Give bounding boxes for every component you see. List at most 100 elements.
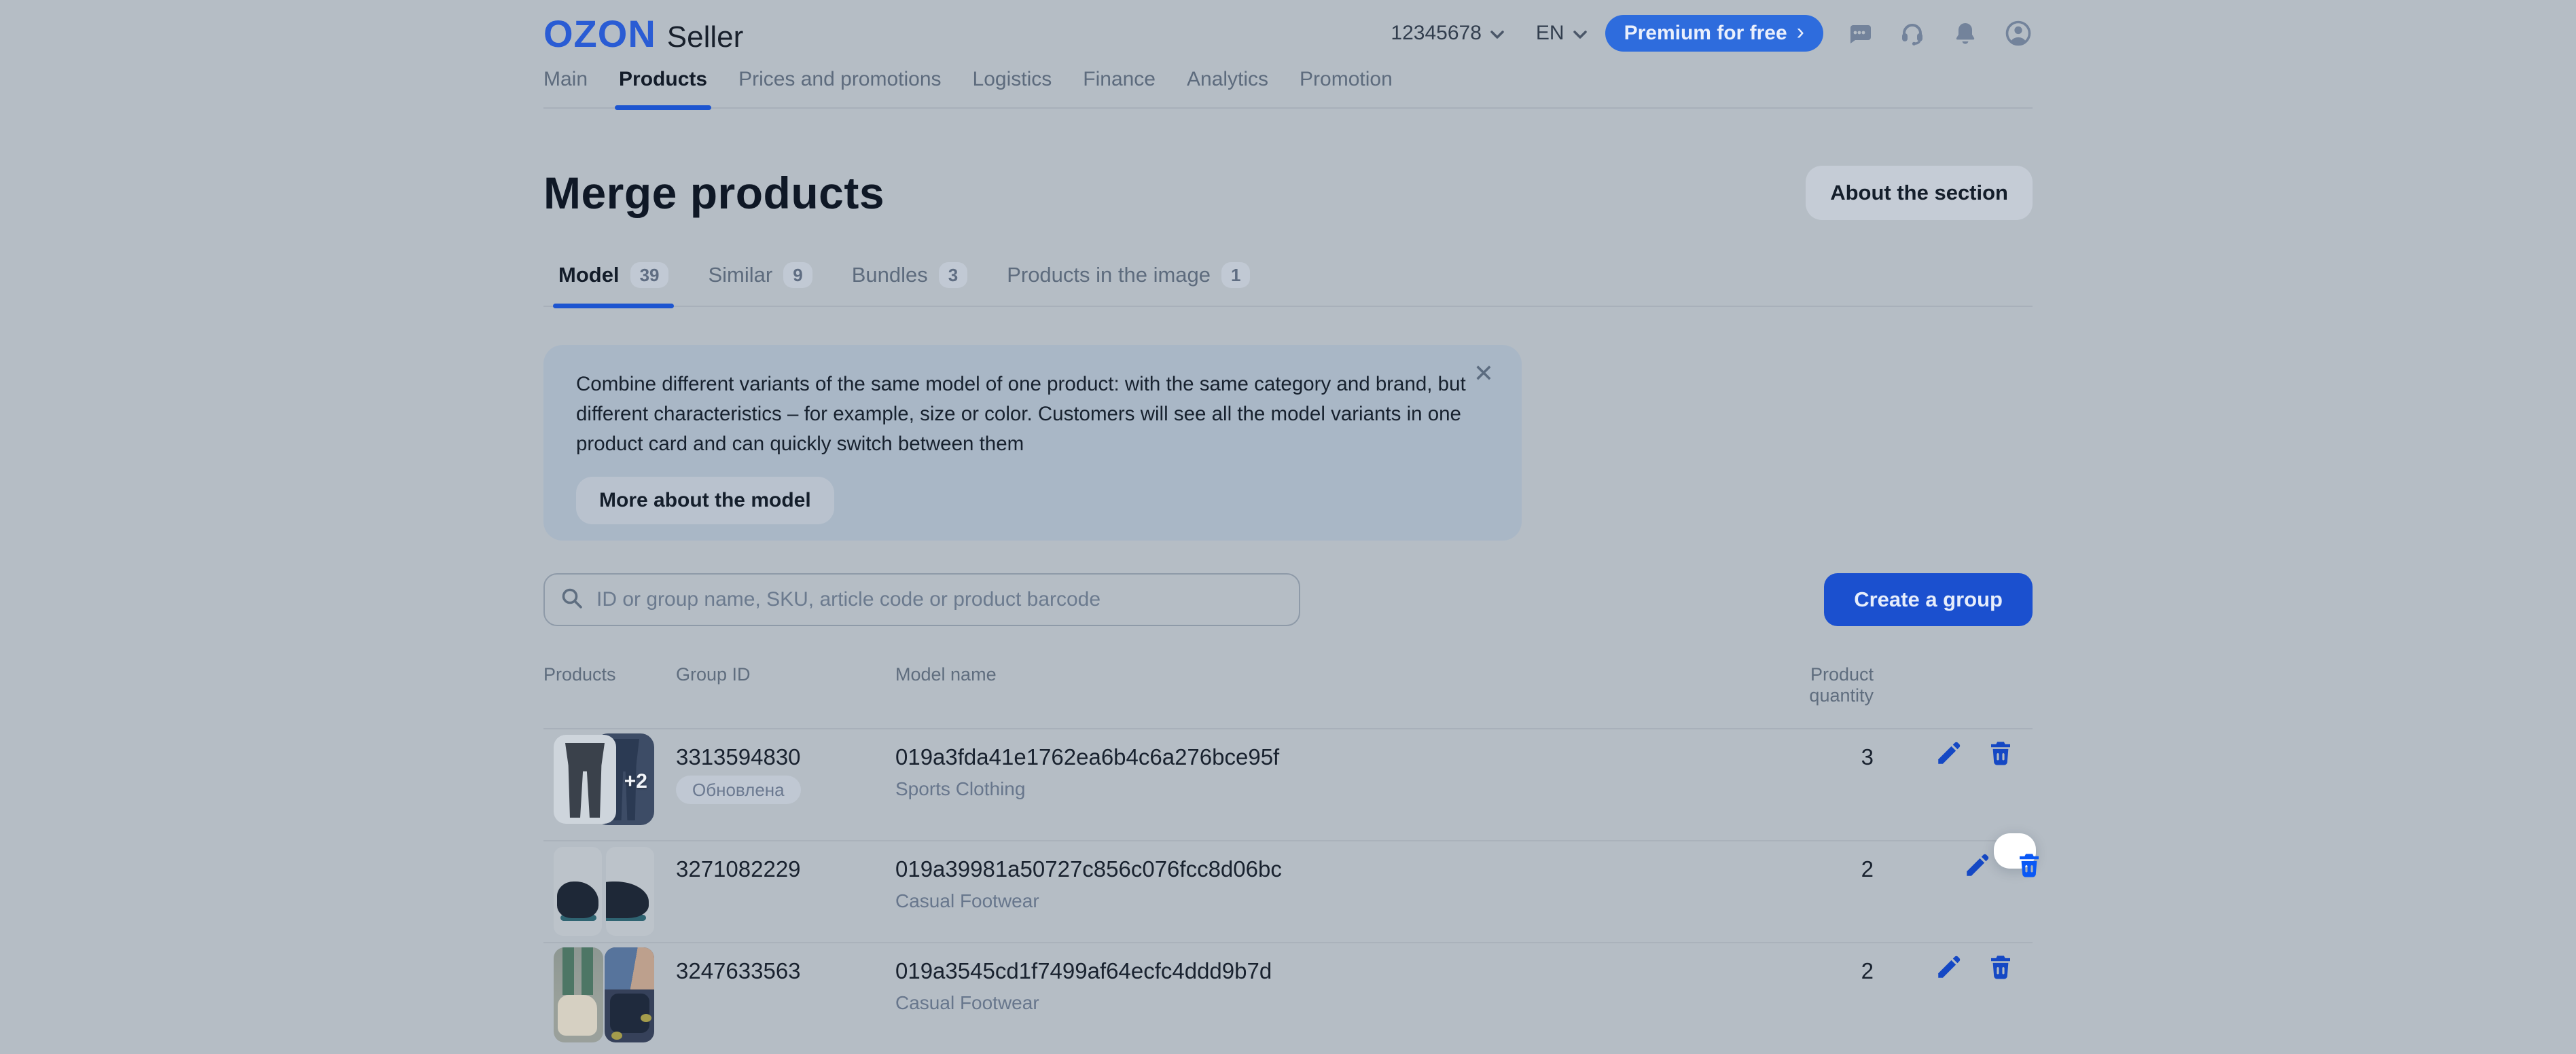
thumbnail-image bbox=[554, 947, 603, 1042]
bell-icon[interactable] bbox=[1951, 19, 1980, 48]
section-tabs: Model 39 Similar 9 Bundles 3 Products in… bbox=[543, 262, 2033, 308]
model-category: Casual Footwear bbox=[895, 992, 1039, 1013]
tab-label: Model bbox=[558, 263, 620, 287]
pencil-icon bbox=[1935, 953, 1963, 983]
tab-model[interactable]: Model 39 bbox=[553, 262, 675, 308]
more-about-the-model-button[interactable]: More about the model bbox=[576, 477, 834, 524]
chevron-down-icon bbox=[1490, 22, 1505, 45]
thumbnail-art bbox=[558, 995, 597, 1036]
product-thumbnails bbox=[543, 841, 676, 942]
delete-group-button-highlighted[interactable] bbox=[1994, 833, 2039, 877]
profile-icon[interactable] bbox=[2004, 19, 2033, 48]
column-header-actions bbox=[1874, 664, 2033, 706]
nav-label: Products bbox=[619, 68, 708, 90]
thumbnail-stack bbox=[554, 947, 654, 1042]
merge-products-page: OZON Seller 12345678 EN Premium for free… bbox=[543, 0, 2039, 1048]
row-actions bbox=[1874, 729, 2033, 840]
thumbnail-art bbox=[565, 743, 605, 818]
table-row[interactable]: 3247633563 019a3545cd1f7499af64ecfc4ddd9… bbox=[543, 943, 2033, 1048]
banner-close-button[interactable]: ✕ bbox=[1467, 357, 1500, 390]
group-id-cell: 3271082229 bbox=[676, 841, 895, 942]
thumbnail-image bbox=[605, 947, 654, 1042]
thumbnail-image bbox=[606, 847, 654, 936]
nav-item-logistics[interactable]: Logistics bbox=[973, 68, 1052, 107]
product-thumbnails bbox=[543, 943, 676, 1048]
nav-label: Promotion bbox=[1300, 68, 1393, 90]
pencil-icon bbox=[1963, 851, 1992, 882]
create-a-group-button[interactable]: Create a group bbox=[1824, 573, 2033, 626]
nav-item-finance[interactable]: Finance bbox=[1083, 68, 1156, 107]
active-nav-underline bbox=[615, 105, 712, 110]
edit-group-button[interactable] bbox=[1935, 953, 1963, 981]
seller-logo-text: Seller bbox=[666, 20, 744, 54]
tab-bundles[interactable]: Bundles 3 bbox=[852, 262, 968, 306]
active-tab-underline bbox=[553, 304, 675, 308]
nav-label: Logistics bbox=[972, 68, 1052, 90]
about-the-section-button[interactable]: About the section bbox=[1806, 166, 2033, 220]
pencil-icon bbox=[1935, 739, 1963, 769]
ozon-seller-logo[interactable]: OZON Seller bbox=[543, 12, 743, 56]
group-id-cell: 3313594830 Обновлена bbox=[676, 729, 895, 840]
edit-group-button[interactable] bbox=[1935, 739, 1963, 767]
table-row[interactable]: 3271082229 019a39981a50727c856c076fcc8d0… bbox=[543, 833, 2039, 943]
tab-label: Products in the image bbox=[1007, 263, 1211, 287]
account-switcher[interactable]: 12345678 bbox=[1391, 22, 1504, 45]
tab-count-badge: 1 bbox=[1221, 262, 1251, 288]
model-name: 019a3fda41e1762ea6b4c6a276bce95f bbox=[895, 744, 1280, 769]
table-header: Products Group ID Model name Product qua… bbox=[543, 626, 2033, 729]
tab-similar[interactable]: Similar 9 bbox=[708, 262, 812, 306]
thumbnail-image bbox=[554, 735, 616, 824]
search-box[interactable] bbox=[543, 573, 1300, 626]
thumbnail-art bbox=[611, 1032, 622, 1040]
model-category: Casual Footwear bbox=[895, 890, 1039, 911]
nav-item-analytics[interactable]: Analytics bbox=[1187, 68, 1268, 107]
chevron-down-icon bbox=[1573, 22, 1588, 45]
language-code: EN bbox=[1535, 22, 1564, 44]
page-title-row: Merge products About the section bbox=[543, 166, 2033, 220]
column-header-group-id: Group ID bbox=[676, 664, 751, 685]
row-actions bbox=[1874, 943, 2033, 1048]
column-header-model-name: Model name bbox=[895, 664, 997, 685]
premium-button[interactable]: Premium for free › bbox=[1605, 15, 1823, 52]
nav-item-products[interactable]: Products bbox=[615, 68, 712, 110]
delete-group-button[interactable] bbox=[1986, 739, 2015, 767]
headset-icon[interactable] bbox=[1898, 19, 1927, 48]
edit-group-button[interactable] bbox=[1963, 851, 1992, 879]
thumbnail-stack: +2 bbox=[554, 733, 654, 825]
table-row[interactable]: +2 3313594830 Обновлена 019a3fda41e1762e… bbox=[543, 729, 2033, 841]
nav-item-main[interactable]: Main bbox=[543, 68, 588, 107]
nav-item-promotion[interactable]: Promotion bbox=[1300, 68, 1393, 107]
nav-label: Main bbox=[543, 68, 588, 90]
page-title: Merge products bbox=[543, 168, 885, 218]
product-quantity: 2 bbox=[1861, 856, 1874, 882]
chat-icon[interactable] bbox=[1845, 19, 1874, 48]
thumbnail-art bbox=[582, 947, 593, 995]
delete-group-button[interactable] bbox=[1986, 953, 2015, 981]
tab-count-badge: 9 bbox=[783, 262, 812, 288]
tab-count-badge: 3 bbox=[938, 262, 968, 288]
tab-label: Similar bbox=[708, 263, 773, 287]
topbar-icons bbox=[1845, 19, 2033, 48]
tab-label: Bundles bbox=[851, 263, 928, 287]
column-header-products: Products bbox=[543, 664, 616, 685]
column-header-product-quantity: Product quantity bbox=[1809, 664, 1874, 706]
language-switcher[interactable]: EN bbox=[1536, 22, 1588, 45]
search-input[interactable] bbox=[595, 587, 1284, 612]
model-name: 019a39981a50727c856c076fcc8d06bc bbox=[895, 856, 1282, 882]
group-id-cell: 3247633563 bbox=[676, 943, 895, 1048]
thumbnail-art bbox=[606, 882, 649, 918]
product-thumbnails: +2 bbox=[543, 729, 676, 840]
extra-count-badge: +2 bbox=[624, 770, 647, 793]
topbar-right-cluster: 12345678 EN Premium for free › bbox=[1391, 15, 2033, 52]
trash-icon bbox=[2015, 851, 2043, 882]
thumbnail-art bbox=[610, 994, 649, 1033]
nav-item-prices-and-promotions[interactable]: Prices and promotions bbox=[738, 68, 941, 107]
model-name-cell: 019a3fda41e1762ea6b4c6a276bce95f Sports … bbox=[895, 729, 1792, 840]
close-icon: ✕ bbox=[1473, 359, 1495, 387]
account-id: 12345678 bbox=[1391, 22, 1482, 44]
product-quantity: 2 bbox=[1861, 958, 1874, 983]
tab-products-in-the-image[interactable]: Products in the image 1 bbox=[1007, 262, 1251, 306]
trash-icon bbox=[1986, 953, 2015, 983]
thumbnail-art bbox=[641, 1014, 651, 1022]
model-category: Sports Clothing bbox=[895, 778, 1026, 799]
